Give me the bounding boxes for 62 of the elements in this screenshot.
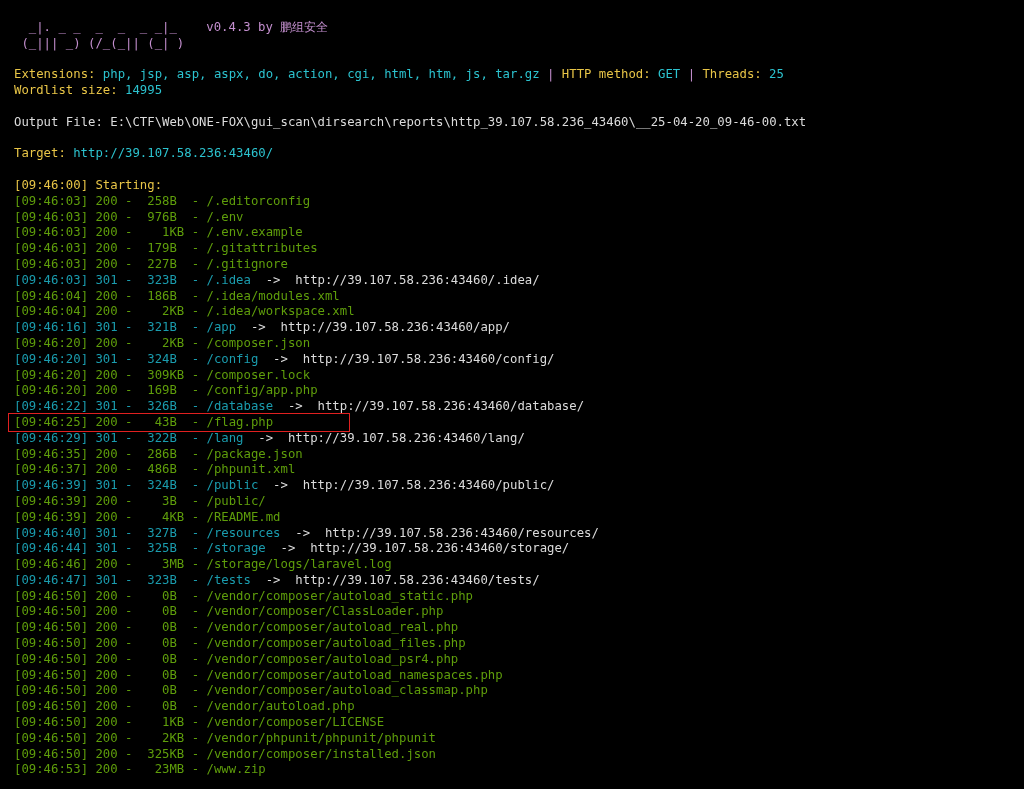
redirect-url: -> http://39.107.58.236:43460/storage/ (280, 541, 570, 558)
config-label: Threads: (702, 67, 762, 84)
log-line: [09:46:50] 200 - 0B - /vendor/composer/autoload_real.php (14, 620, 459, 637)
config-separator: | (547, 67, 555, 84)
log-line: [09:46:39] 200 - 4KB - /README.md (14, 509, 281, 526)
log-line: [09:46:22] 301 - 326B - /database (14, 399, 274, 415)
config-value: php, jsp, asp, aspx, do, action, cgi, html, htm, js, tar.gz (102, 67, 540, 84)
log-line: [09:46:46] 200 - 3MB - /storage/logs/laravel.log (14, 557, 392, 573)
log-line: [09:46:50] 200 - 0B - /vendor/composer/autoload_files.php (14, 636, 466, 652)
target-label: Target: (14, 146, 66, 163)
log-line: [09:46:50] 200 - 325KB - /vendor/composer/installed.json (14, 746, 436, 763)
log-line: [09:46:04] 200 - 186B - /.idea/modules.xml (14, 288, 340, 305)
log-line: [09:46:50] 200 - 0B - /vendor/autoload.php (14, 699, 355, 716)
config-label: Extensions: (14, 67, 96, 84)
log-line: [09:46:20] 200 - 309KB - /composer.lock (14, 367, 311, 384)
ascii-art-logo: _|. _ _ _ _ _ _|_ (_||| _) (/_(_|| (_| ) (20, 20, 185, 52)
redirect-url: -> http://39.107.58.236:43460/tests/ (265, 572, 540, 589)
config-separator: | (687, 67, 696, 84)
log-line: [09:46:35] 200 - 286B - /package.json (14, 446, 303, 463)
log-line: [09:46:50] 200 - 0B - /vendor/composer/autoload_psr4.php (14, 651, 459, 668)
target-url: http://39.107.58.236:43460/ (73, 146, 274, 163)
log-line: [09:46:20] 301 - 324B - /config (14, 351, 259, 368)
log-line: [09:46:03] 200 - 179B - /.gitattributes (14, 241, 318, 257)
redirect-url: -> http://39.107.58.236:43460/config/ (273, 351, 555, 368)
start-line: [09:46:00] Starting: (14, 177, 163, 194)
redirect-url: -> http://39.107.58.236:43460/.idea/ (265, 272, 540, 289)
log-line: [09:46:50] 200 - 1KB - /vendor/composer/LICENSE (14, 715, 385, 731)
log-line: [09:46:03] 200 - 227B - /.gitignore (14, 256, 288, 273)
log-line: [09:46:29] 301 - 322B - /lang (14, 430, 244, 447)
log-line: [09:46:47] 301 - 323B - /tests (14, 572, 251, 589)
log-line: [09:46:39] 200 - 3B - /public/ (14, 493, 266, 510)
config-value: 25 (769, 67, 784, 84)
wordlist-label: Wordlist size: (14, 83, 118, 99)
log-line: [09:46:04] 200 - 2KB - /.idea/workspace.xml (14, 304, 355, 321)
redirect-url: -> http://39.107.58.236:43460/resources/ (295, 525, 599, 542)
log-line: [09:46:53] 200 - 23MB - /www.zip (14, 762, 266, 779)
log-line: [09:46:50] 200 - 0B - /vendor/composer/autoload_classmap.php (14, 683, 488, 700)
log-line: [09:46:20] 200 - 2KB - /composer.json (14, 335, 311, 352)
version-text: v0.4.3 by 鹏组安全 (206, 20, 329, 36)
config-value: GET (658, 67, 681, 84)
log-line: [09:46:50] 200 - 0B - /vendor/composer/ClassLoader.php (14, 604, 444, 621)
log-line: [09:46:50] 200 - 2KB - /vendor/phpunit/phpunit/phpunit (14, 730, 436, 747)
log-line: [09:46:50] 200 - 0B - /vendor/composer/autoload_static.php (14, 588, 473, 605)
log-line: [09:46:39] 301 - 324B - /public (14, 478, 259, 494)
log-line: [09:46:03] 200 - 258B - /.editorconfig (14, 193, 311, 210)
log-line: [09:46:03] 200 - 976B - /.env (14, 209, 244, 226)
log-line: [09:46:03] 200 - 1KB - /.env.example (14, 225, 303, 242)
log-line: [09:46:44] 301 - 325B - /storage (14, 541, 266, 558)
log-line: [09:46:25] 200 - 43B - /flag.php (14, 414, 274, 431)
redirect-url: -> http://39.107.58.236:43460/app/ (250, 320, 511, 336)
log-line: [09:46:16] 301 - 321B - /app (14, 320, 237, 336)
config-label: HTTP method: (561, 67, 651, 84)
log-line: [09:46:40] 301 - 327B - /resources (14, 525, 281, 542)
log-line: [09:46:03] 301 - 323B - /.idea (14, 272, 251, 289)
log-line: [09:46:50] 200 - 0B - /vendor/composer/autoload_namespaces.php (14, 667, 503, 684)
redirect-url: -> http://39.107.58.236:43460/public/ (273, 478, 555, 494)
redirect-url: -> http://39.107.58.236:43460/lang/ (258, 430, 525, 447)
output-file-text: Output File: E:\CTF\Web\ONE-FOX\gui_scan\dirsearch\reports\http_39.107.58.236_43460\__25-04-20_09-46-00.txt (14, 114, 807, 131)
log-line: [09:46:37] 200 - 486B - /phpunit.xml (14, 462, 296, 479)
log-line: [09:46:20] 200 - 169B - /config/app.php (14, 383, 318, 400)
wordlist-size: 14995 (125, 83, 163, 99)
redirect-url: -> http://39.107.58.236:43460/database/ (287, 399, 585, 415)
